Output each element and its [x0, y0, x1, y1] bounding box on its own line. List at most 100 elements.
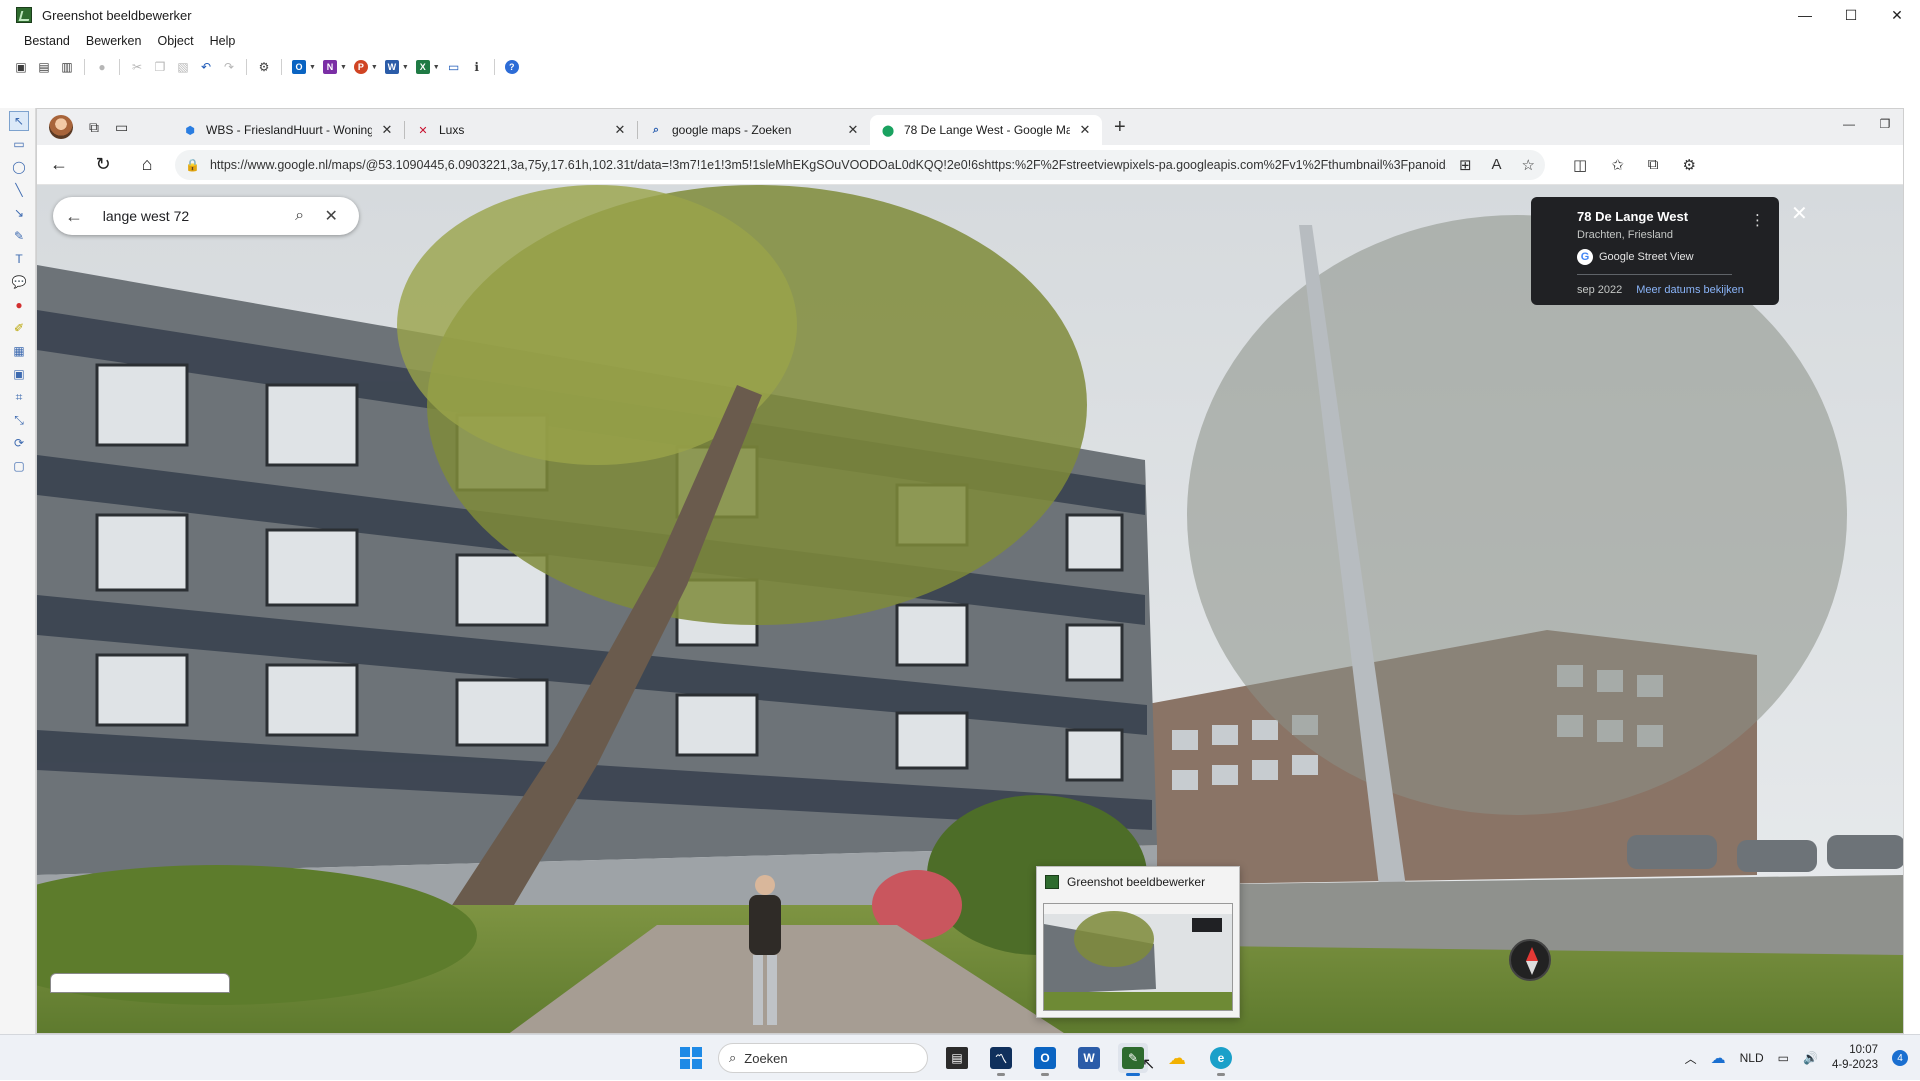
- border-tool-icon[interactable]: ▢: [9, 456, 29, 476]
- rectangle-tool-icon[interactable]: ▭: [9, 134, 29, 154]
- browser-restore-icon[interactable]: ❐: [1867, 109, 1903, 139]
- menu-bewerken[interactable]: Bewerken: [79, 34, 151, 48]
- mini-map-toggle[interactable]: [50, 973, 230, 993]
- undo-icon[interactable]: ↶: [197, 58, 215, 76]
- rotate-tool-icon[interactable]: ⟳: [9, 433, 29, 453]
- weather-icon[interactable]: ☁: [1162, 1043, 1192, 1073]
- close-icon[interactable]: ✕: [846, 122, 860, 138]
- search-icon[interactable]: ⌕: [284, 207, 316, 225]
- image-tool-icon[interactable]: ▣: [9, 364, 29, 384]
- close-icon[interactable]: ✕: [315, 206, 347, 226]
- onedrive-cloud-icon[interactable]: ☁: [1711, 1049, 1726, 1067]
- notification-badge[interactable]: 4: [1892, 1050, 1908, 1066]
- close-icon[interactable]: ✕: [613, 122, 627, 138]
- select-pointer-icon[interactable]: ↖: [9, 111, 29, 131]
- read-aloud-icon[interactable]: A: [1492, 156, 1502, 174]
- volume-icon[interactable]: 🔊: [1803, 1051, 1818, 1065]
- close-icon[interactable]: ✕: [1078, 122, 1092, 138]
- tab-actions-icon[interactable]: ▭: [115, 119, 128, 136]
- minimize-button[interactable]: —: [1782, 0, 1828, 30]
- menu-bestand[interactable]: Bestand: [17, 34, 79, 48]
- delete-icon[interactable]: ●: [93, 58, 111, 76]
- refresh-icon[interactable]: ↻: [81, 154, 125, 175]
- tab-wbs[interactable]: ⬢ WBS - FrieslandHuurt - Woninge ✕: [172, 115, 404, 145]
- maps-search-input[interactable]: [94, 208, 284, 224]
- browser-minimize-icon[interactable]: —: [1831, 109, 1867, 139]
- copy-icon[interactable]: ❐: [151, 58, 169, 76]
- more-options-icon[interactable]: ⋮: [1750, 211, 1765, 229]
- tab-google-maps[interactable]: ⬤ 78 De Lange West - Google Map ✕: [870, 115, 1102, 145]
- chevron-down-icon[interactable]: ▼: [309, 64, 316, 71]
- ellipse-tool-icon[interactable]: ◯: [9, 157, 29, 177]
- chevron-down-icon[interactable]: ▼: [402, 64, 409, 71]
- stock-app-icon[interactable]: 〽: [986, 1043, 1016, 1076]
- close-street-view-icon[interactable]: ✕: [1791, 201, 1808, 226]
- new-tab-button[interactable]: +: [1114, 116, 1126, 139]
- close-icon[interactable]: ✕: [380, 122, 394, 138]
- app-available-icon[interactable]: ⊞: [1459, 156, 1472, 174]
- redo-icon[interactable]: ↷: [220, 58, 238, 76]
- powerpoint-export-icon[interactable]: P: [352, 58, 370, 76]
- clipboard-icon[interactable]: ▤: [35, 58, 53, 76]
- chevron-down-icon[interactable]: ▼: [340, 64, 347, 71]
- highlight-tool-icon[interactable]: ✐: [9, 318, 29, 338]
- back-arrow-icon[interactable]: ←: [37, 154, 81, 175]
- tab-label: Luxs: [439, 123, 465, 137]
- url-field[interactable]: 🔒 https://www.google.nl/maps/@53.1090445…: [175, 149, 1545, 180]
- arrow-tool-icon[interactable]: ↘: [9, 203, 29, 223]
- chevron-down-icon[interactable]: ▼: [371, 64, 378, 71]
- obfuscate-tool-icon[interactable]: ▦: [9, 341, 29, 361]
- home-icon[interactable]: ⌂: [125, 154, 169, 175]
- close-button[interactable]: ✕: [1874, 0, 1920, 30]
- street-view-image[interactable]: ← ⌕ ✕ 78 De Lange West Drachten, Friesla…: [37, 185, 1903, 1033]
- speechbubble-tool-icon[interactable]: 💬: [9, 272, 29, 292]
- tab-luxs[interactable]: ✕ Luxs ✕: [405, 115, 637, 145]
- split-screen-icon[interactable]: ◫: [1573, 156, 1587, 174]
- menu-object[interactable]: Object: [150, 34, 202, 48]
- taskbar-search-box[interactable]: ⌕ Zoeken: [718, 1043, 928, 1073]
- word-icon[interactable]: W: [1074, 1043, 1104, 1073]
- back-arrow-icon[interactable]: ←: [65, 206, 95, 227]
- lock-icon[interactable]: 🔒: [185, 158, 200, 172]
- compass-icon[interactable]: [1509, 939, 1551, 981]
- print-icon[interactable]: ▥: [58, 58, 76, 76]
- more-dates-link[interactable]: Meer datums bekijken: [1636, 284, 1744, 296]
- profile-avatar[interactable]: [49, 115, 73, 139]
- windows-start-icon[interactable]: [680, 1047, 702, 1069]
- taskbar-thumbnail-preview[interactable]: Greenshot beeldbewerker: [1036, 866, 1240, 1018]
- edge-browser-icon[interactable]: e: [1206, 1043, 1236, 1076]
- help-icon[interactable]: ?: [503, 58, 521, 76]
- counter-tool-icon[interactable]: ●: [9, 295, 29, 315]
- info-icon[interactable]: ℹ: [468, 58, 486, 76]
- resize-tool-icon[interactable]: ⤡: [9, 410, 29, 430]
- outlook-export-icon[interactable]: O: [290, 58, 308, 76]
- parked-cars: [1627, 835, 1903, 872]
- tab-google-search[interactable]: ⌕ google maps - Zoeken ✕: [638, 115, 870, 145]
- maximize-button[interactable]: ☐: [1828, 0, 1874, 30]
- crop-tool-icon[interactable]: ⌗: [9, 387, 29, 407]
- text-tool-icon[interactable]: T: [9, 249, 29, 269]
- cut-icon[interactable]: ✂: [128, 58, 146, 76]
- freehand-tool-icon[interactable]: ✎: [9, 226, 29, 246]
- favorite-star-icon[interactable]: ☆: [1522, 156, 1535, 174]
- collections-icon[interactable]: ⧉: [1648, 156, 1659, 174]
- collections-icon[interactable]: ⧉: [89, 119, 99, 136]
- onenote-export-icon[interactable]: N: [321, 58, 339, 76]
- settings-gear-icon[interactable]: ⚙: [255, 58, 273, 76]
- window-export-icon[interactable]: ▭: [445, 58, 463, 76]
- paste-icon[interactable]: ▧: [174, 58, 192, 76]
- extensions-icon[interactable]: ⚙: [1682, 156, 1695, 174]
- line-tool-icon[interactable]: ╲: [9, 180, 29, 200]
- taskview-icon[interactable]: ▤: [942, 1043, 972, 1073]
- excel-export-icon[interactable]: X: [414, 58, 432, 76]
- system-clock[interactable]: 10:07 4-9-2023: [1832, 1043, 1878, 1073]
- favorites-icon[interactable]: ✩: [1611, 156, 1624, 174]
- network-icon[interactable]: ▭: [1778, 1051, 1789, 1065]
- outlook-icon[interactable]: O: [1030, 1043, 1060, 1076]
- menu-help[interactable]: Help: [203, 34, 245, 48]
- language-indicator[interactable]: NLD: [1740, 1051, 1764, 1065]
- chevron-down-icon[interactable]: ▼: [433, 64, 440, 71]
- save-icon[interactable]: ▣: [12, 58, 30, 76]
- word-export-icon[interactable]: W: [383, 58, 401, 76]
- chevron-up-icon[interactable]: ︿: [1685, 1050, 1697, 1067]
